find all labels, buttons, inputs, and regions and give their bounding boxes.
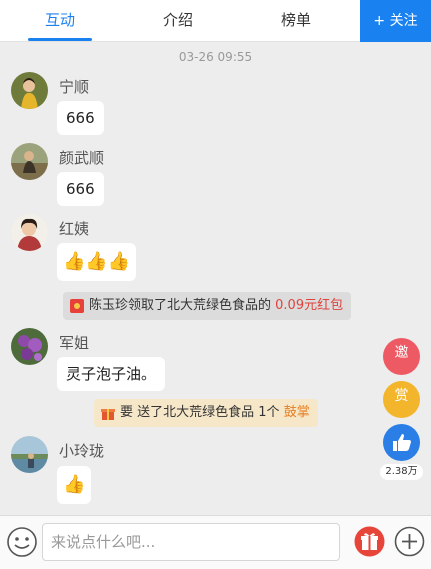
avatar[interactable]	[11, 328, 48, 365]
chat-message: 👍	[57, 466, 92, 504]
reward-label: 赏	[394, 388, 409, 404]
username: 小玲珑	[59, 442, 105, 460]
gift-icon	[101, 409, 115, 420]
avatar[interactable]	[11, 436, 48, 473]
chat-message: 👍👍👍	[57, 243, 137, 281]
message-timestamp: 03-26 09:55	[178, 50, 253, 64]
follow-button[interactable]: + 关注	[360, 0, 431, 42]
username: 颜武顺	[59, 149, 105, 167]
gift-notice: 要 送了北大荒绿色食品 1个 鼓掌	[94, 399, 318, 427]
gift-notice-text: 要 送了北大荒绿色食品 1个	[120, 405, 280, 420]
chat-message: 灵子泡子油。	[57, 357, 166, 391]
username: 宁顺	[59, 78, 90, 96]
invite-label: 邀	[394, 345, 409, 361]
gift-name: 鼓掌	[283, 405, 310, 420]
redpacket-amount: 0.09元红包	[275, 298, 344, 313]
add-icon[interactable]	[394, 526, 425, 557]
username: 红姨	[59, 220, 90, 238]
redpacket-notice: 陈玉珍领取了北大荒绿色食品的 0.09元红包	[63, 292, 352, 320]
reward-button[interactable]: 赏	[383, 381, 420, 418]
active-tab-indicator	[28, 38, 92, 41]
invite-button[interactable]: 邀	[383, 338, 420, 375]
avatar[interactable]	[11, 72, 48, 109]
top-tab-bar: 互动 介绍 榜单 + 关注	[0, 0, 431, 42]
avatar[interactable]	[11, 143, 48, 180]
emoji-icon[interactable]	[7, 527, 37, 557]
username: 军姐	[59, 334, 90, 352]
redpacket-notice-text: 陈玉珍领取了北大荒绿色食品的	[89, 298, 272, 313]
likes-count: 2.38万	[380, 464, 423, 480]
tab-ranking[interactable]: 榜单	[264, 0, 328, 42]
red-packet-icon	[70, 299, 84, 313]
chat-message: 666	[57, 172, 104, 206]
like-button[interactable]	[383, 424, 420, 461]
chat-input[interactable]	[42, 523, 340, 561]
tab-intro[interactable]: 介绍	[146, 0, 210, 42]
chat-message: 666	[57, 101, 104, 135]
thumbs-up-icon	[392, 434, 411, 451]
avatar[interactable]	[11, 214, 48, 251]
tab-interaction[interactable]: 互动	[28, 0, 92, 42]
gift-button-icon[interactable]	[354, 526, 385, 557]
